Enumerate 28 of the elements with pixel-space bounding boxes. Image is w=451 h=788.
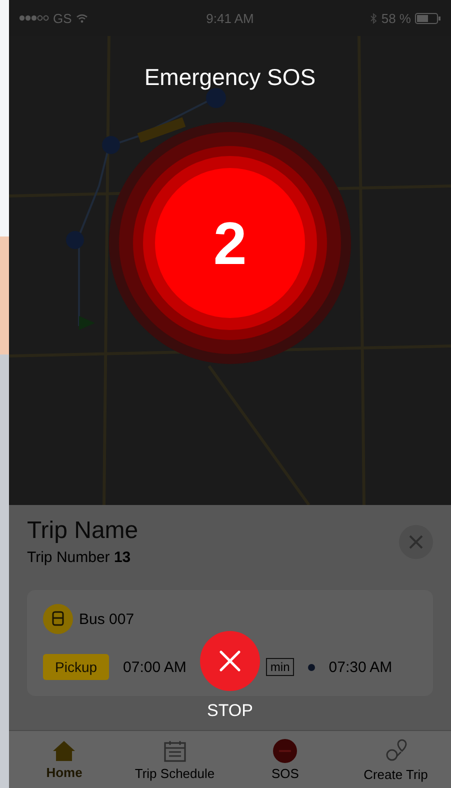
trip-name: Trip Name: [27, 517, 138, 545]
duration-chip: min: [266, 658, 294, 676]
countdown-circle: 2: [155, 168, 305, 318]
tab-item[interactable]: Create Trip: [340, 731, 451, 788]
tab-item[interactable]: Home: [9, 731, 120, 788]
home-icon: [52, 740, 76, 762]
status-time: 9:41 AM: [206, 10, 254, 26]
trip-number: Trip Number 13: [27, 549, 132, 566]
close-icon: [408, 534, 424, 550]
end-time: 07:30 AM: [328, 658, 392, 676]
close-icon: [219, 650, 241, 672]
start-time: 07:00 AM: [123, 658, 186, 676]
vehicle-name: Bus 007: [79, 610, 134, 628]
sos-icon: [273, 738, 298, 762]
sos-title: Emergency SOS: [143, 64, 317, 91]
bus-icon: [43, 604, 73, 634]
stop-type-badge: Pickup: [43, 654, 110, 680]
bluetooth-icon: [370, 12, 378, 24]
signal-icon: [19, 15, 49, 21]
battery-percent: 58 %: [381, 10, 411, 26]
tab-item[interactable]: Trip Schedule: [120, 731, 230, 788]
calendar-icon: [162, 738, 187, 762]
battery-icon: [414, 12, 441, 24]
stop-label: STOP: [207, 701, 253, 721]
dot-icon: [308, 664, 315, 670]
carrier-name: GS: [53, 10, 72, 26]
wifi-icon: [76, 14, 88, 22]
tab-item[interactable]: SOS: [230, 731, 340, 788]
